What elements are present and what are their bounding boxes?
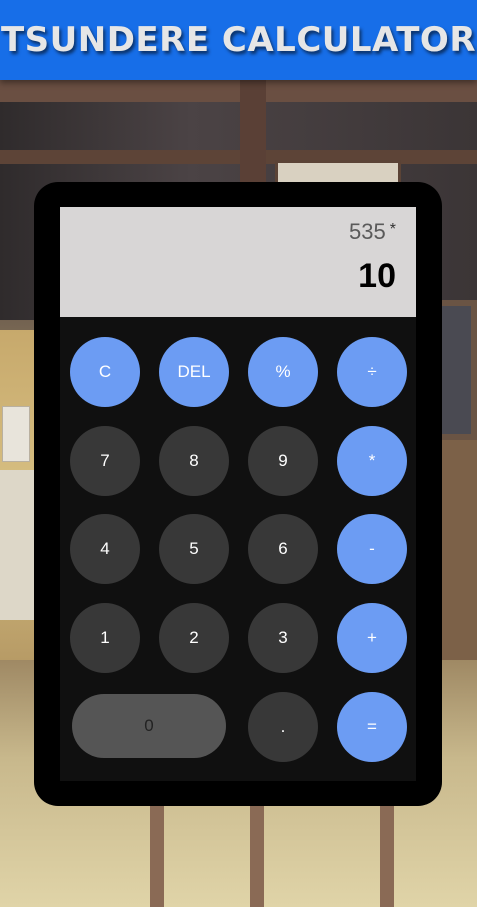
calculator-display: 535 * 10 — [60, 207, 416, 317]
background-post — [150, 790, 164, 907]
background-notice-board — [0, 470, 34, 620]
background-window-frame — [0, 150, 477, 164]
add-button[interactable]: + — [337, 603, 407, 673]
pending-operator: * — [389, 221, 396, 238]
subtract-button[interactable]: - — [337, 514, 407, 584]
digit-1-button[interactable]: 1 — [70, 603, 140, 673]
app-title: TSUNDERE CALCULATOR — [0, 20, 477, 60]
previous-operand: 535 — [349, 219, 386, 244]
background-window-frame — [0, 80, 477, 102]
equals-button[interactable]: = — [337, 692, 407, 762]
background-poster — [2, 406, 30, 462]
digit-2-button[interactable]: 2 — [159, 603, 229, 673]
background-post — [250, 790, 264, 907]
background-post — [380, 790, 394, 907]
calculator: 535 * 10 C DEL % ÷ 7 8 9 * 4 5 6 - 1 2 3 … — [34, 182, 442, 806]
digit-6-button[interactable]: 6 — [248, 514, 318, 584]
percent-button[interactable]: % — [248, 337, 318, 407]
digit-3-button[interactable]: 3 — [248, 603, 318, 673]
digit-8-button[interactable]: 8 — [159, 426, 229, 496]
expression-display: 535 * — [349, 219, 396, 245]
digit-4-button[interactable]: 4 — [70, 514, 140, 584]
background-door — [440, 440, 477, 670]
clear-button[interactable]: C — [70, 337, 140, 407]
decimal-button[interactable]: . — [248, 692, 318, 762]
digit-0-button[interactable]: 0 — [72, 694, 226, 758]
calculator-body: 535 * 10 C DEL % ÷ 7 8 9 * 4 5 6 - 1 2 3 … — [60, 207, 416, 781]
delete-button[interactable]: DEL — [159, 337, 229, 407]
digit-7-button[interactable]: 7 — [70, 426, 140, 496]
app-header: TSUNDERE CALCULATOR — [0, 0, 477, 80]
divide-button[interactable]: ÷ — [337, 337, 407, 407]
digit-9-button[interactable]: 9 — [248, 426, 318, 496]
digit-5-button[interactable]: 5 — [159, 514, 229, 584]
current-operand: 10 — [358, 257, 396, 295]
multiply-button[interactable]: * — [337, 426, 407, 496]
